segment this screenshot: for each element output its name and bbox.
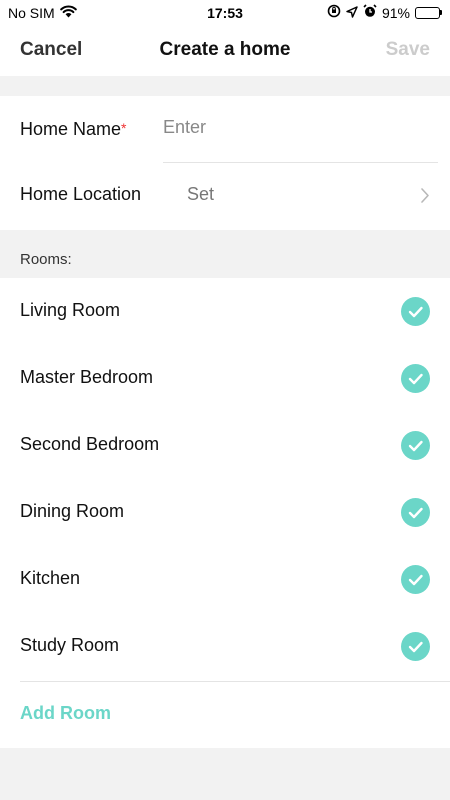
- room-label: Master Bedroom: [20, 367, 154, 387]
- rooms-divider: [20, 681, 450, 682]
- room-row[interactable]: Master Bedroom: [0, 345, 450, 412]
- room-label: Dining Room: [20, 501, 125, 521]
- room-label: Living Room: [20, 300, 121, 320]
- page-title: Create a home: [159, 39, 291, 60]
- checkmark-icon[interactable]: [401, 632, 430, 661]
- home-name-input[interactable]: [163, 110, 438, 144]
- orientation-lock-icon: [327, 4, 341, 21]
- alarm-icon: [363, 4, 377, 21]
- room-row[interactable]: Second Bedroom: [0, 412, 450, 479]
- room-label: Study Room: [20, 635, 120, 655]
- checkmark-icon[interactable]: [401, 431, 430, 460]
- nav-bar: Cancel Create a home Save: [0, 26, 450, 76]
- room-row[interactable]: Kitchen: [0, 546, 450, 613]
- home-location-value: Set: [187, 184, 215, 204]
- status-right: 91%: [327, 4, 442, 21]
- home-location-label: Home Location: [20, 184, 142, 204]
- room-row[interactable]: Living Room: [0, 278, 450, 345]
- save-button[interactable]: Save: [386, 39, 430, 61]
- battery-percent: 91%: [381, 4, 410, 21]
- required-asterisk: *: [121, 120, 127, 136]
- room-row[interactable]: Study Room: [0, 613, 450, 680]
- battery-icon: [415, 6, 442, 19]
- checkmark-icon[interactable]: [401, 297, 430, 326]
- home-location-row[interactable]: Home Location Set: [0, 163, 450, 230]
- checkmark-icon[interactable]: [401, 498, 430, 527]
- room-label: Kitchen: [20, 568, 81, 588]
- rooms-header: Rooms:: [20, 251, 72, 268]
- room-row[interactable]: Dining Room: [0, 479, 450, 546]
- checkmark-icon[interactable]: [401, 364, 430, 393]
- home-info-section: Home Name* Home Location Set: [0, 96, 450, 230]
- room-label: Second Bedroom: [20, 434, 160, 454]
- home-name-label: Home Name: [20, 119, 122, 139]
- home-name-label-group: Home Name*: [20, 119, 126, 140]
- add-room-button[interactable]: Add Room: [20, 703, 111, 724]
- status-bar: No SIM 17:53 91%: [0, 0, 450, 26]
- rooms-section: Living Room Master Bedroom Second Bedroom D…: [0, 278, 450, 748]
- location-arrow-icon: [346, 5, 358, 21]
- chevron-right-icon: [420, 187, 430, 209]
- checkmark-icon[interactable]: [401, 565, 430, 594]
